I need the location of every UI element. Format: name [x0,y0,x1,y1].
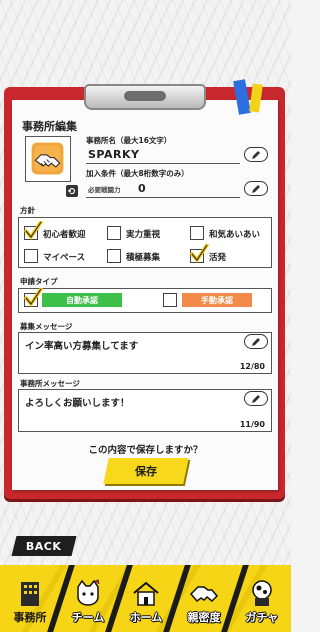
pencil-icon [252,150,260,159]
join-condition-label: 加入条件（最大8桁数字のみ） [86,169,189,178]
policy-option-mypace[interactable]: マイペース [24,249,104,265]
recruit-message-field[interactable]: イン率高い方募集してます 12/80 [18,332,272,374]
policy-option-friendly[interactable]: 和気あいあい [190,226,270,242]
policy-checkbox[interactable] [24,249,38,263]
edit-recruit-message-button[interactable] [244,334,268,349]
policy-option-beginner[interactable]: 初心者歓迎 [24,221,104,242]
nav-home[interactable]: ホーム [118,567,174,630]
policy-option-label: マイペース [43,253,86,263]
nav-gacha[interactable]: ガチャ [234,567,290,630]
policy-option-label: 初心者歓迎 [43,230,86,240]
manual-approve-checkbox[interactable] [163,293,177,307]
approval-type-label: 申請タイプ [20,277,58,286]
office-building-icon [21,582,39,606]
policy-option-label: 実力重視 [126,230,161,240]
auto-approve-button[interactable]: 自動承認 [42,293,122,307]
power-label: 必要戦闘力 [88,186,121,194]
change-emblem-button[interactable] [66,185,78,197]
office-message-label: 事務所メッセージ [20,379,80,388]
office-message-value: よろしくお願いします！ [25,398,130,409]
edit-join-condition-button[interactable] [244,181,268,196]
edit-office-message-button[interactable] [244,391,268,406]
pencil-icon [252,394,260,403]
office-emblem[interactable] [25,136,71,182]
policy-option-label: 和気あいあい [209,230,261,240]
join-condition-value: 0 [138,182,147,195]
policy-checkbox[interactable] [24,221,43,240]
home-icon [133,581,159,606]
policy-checkbox[interactable] [107,249,121,263]
nav-intimacy[interactable]: 親密度 [176,567,232,630]
handshake-icon [189,586,219,603]
edit-office-name-button[interactable] [244,147,268,162]
recruit-message-label: 募集メッセージ [20,322,73,331]
nav-label: 事務所 [13,611,47,624]
save-label: 保存 [135,465,157,478]
check-icon [24,288,43,307]
check-icon [190,244,209,263]
recruit-message-counter: 12/80 [239,362,265,371]
office-name-label: 事務所名（最大16文字） [86,136,172,145]
policy-option-lively[interactable]: 活発 [190,244,270,265]
nav-office[interactable]: 事務所 [2,567,58,630]
pencil-icon [252,184,260,193]
handshake-emblem-icon [31,142,64,175]
nav-label: 親密度 [187,611,221,624]
policy-option-label: 積極募集 [126,253,161,263]
pencil-icon [252,337,260,346]
back-button[interactable]: BACK [11,536,77,556]
policy-option-label: 活発 [209,253,227,263]
policy-option-active-recruit[interactable]: 積極募集 [107,249,187,265]
policy-option-skill[interactable]: 実力重視 [107,226,187,242]
policy-label: 方針 [20,206,35,215]
nav-team[interactable]: チーム [60,567,116,630]
check-icon [24,221,43,240]
office-message-field[interactable]: よろしくお願いします！ 11/90 [18,389,272,432]
nav-label: ホーム [129,611,163,624]
clipboard-clip [84,84,206,110]
auto-approve-checkbox[interactable] [24,288,43,307]
manual-approve-button[interactable]: 手動承認 [182,293,252,307]
nav-label: ガチャ [245,611,279,624]
policy-checkbox[interactable] [107,226,121,240]
team-cat-icon [77,579,100,606]
policy-checkbox[interactable] [190,226,204,240]
refresh-icon [67,187,76,195]
office-name-value: SPARKY [88,148,140,161]
gacha-icon [252,580,272,606]
office-name-field[interactable]: SPARKY [86,146,240,164]
policy-checkbox[interactable] [190,244,209,263]
confirm-text: この内容で保存しますか？ [88,445,203,456]
back-label: BACK [26,539,62,553]
page-title: 事務所編集 [22,120,77,133]
save-button[interactable]: 保存 [103,458,189,484]
nav-label: チーム [71,611,105,624]
office-message-counter: 11/90 [239,420,265,429]
recruit-message-value: イン率高い方募集してます [25,341,139,352]
join-condition-field[interactable]: 必要戦闘力 0 [86,180,240,198]
